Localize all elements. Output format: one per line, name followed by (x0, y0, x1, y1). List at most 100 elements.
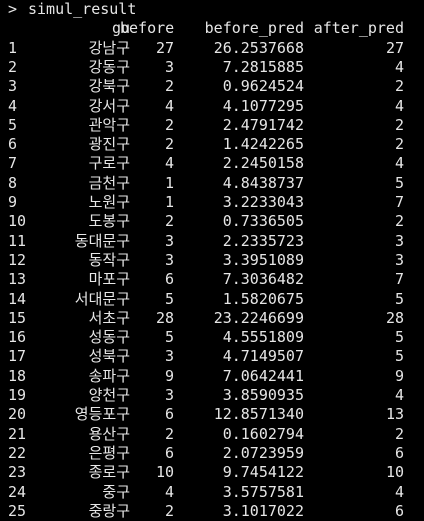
table-row: 6 광진구 2 1.4242265 2 (0, 135, 424, 154)
cell-after-pred: 4 (394, 57, 404, 76)
row-index: 9 (8, 193, 18, 211)
cell-gu: 강남구 (88, 38, 130, 57)
cell-before: 1 (164, 193, 174, 211)
cell-gu: 서대문구 (74, 289, 130, 308)
cell-before: 2 (164, 135, 174, 154)
row-index: 3 (8, 77, 18, 96)
cell-before: 3 (164, 347, 174, 366)
cell-before-pred: 0.7336505 (222, 212, 304, 231)
cell-before-pred: 2.2335723 (222, 231, 304, 250)
cell-after-pred: 6 (394, 443, 404, 462)
table-row: 15 서초구 28 23.2246699 28 (0, 309, 424, 328)
cell-before: 1 (164, 173, 174, 192)
row-index: 14 (8, 289, 27, 308)
row-index: 7 (8, 154, 18, 173)
table-row: 25 중랑구 2 3.1017022 6 (0, 502, 424, 521)
cell-after-pred: 2 (394, 424, 404, 443)
cell-after-pred: 27 (385, 38, 404, 57)
cell-gu: 영등포구 (74, 405, 130, 424)
cell-gu: 구로구 (88, 154, 130, 173)
cell-before: 28 (155, 308, 174, 327)
table-row: 14 서대문구 5 1.5820675 5 (0, 290, 424, 309)
cell-after-pred: 7 (394, 270, 404, 289)
cell-before: 4 (164, 96, 174, 115)
r-console-output: > simul_result gu before before_pred aft… (0, 0, 424, 520)
row-index: 18 (8, 366, 27, 385)
cell-gu: 광진구 (88, 135, 130, 154)
table-row: 4 강서구 4 4.1077295 4 (0, 97, 424, 116)
cell-after-pred: 10 (385, 463, 404, 482)
row-index: 4 (8, 96, 18, 115)
cell-after-pred: 3 (394, 250, 404, 269)
cell-before: 3 (164, 57, 174, 76)
row-index: 12 (8, 250, 27, 269)
table-row: 12 동작구 3 3.3951089 3 (0, 251, 424, 270)
cell-before: 5 (164, 328, 174, 347)
table-row: 11 동대문구 3 2.2335723 3 (0, 232, 424, 251)
cell-after-pred: 6 (394, 501, 404, 520)
cell-after-pred: 28 (385, 308, 404, 327)
table-row: 9 노원구 1 3.2233043 7 (0, 193, 424, 212)
cell-after-pred: 5 (394, 173, 404, 192)
cell-before-pred: 3.2233043 (222, 193, 304, 211)
cell-before-pred: 3.8590935 (222, 386, 304, 404)
row-index: 5 (8, 115, 18, 134)
cell-before-pred: 4.5551809 (222, 328, 304, 347)
cell-gu: 마포구 (88, 270, 130, 289)
cell-before-pred: 23.2246699 (213, 308, 304, 327)
table-row: 23 종로구 10 9.7454122 10 (0, 463, 424, 482)
table-row: 16 성동구 5 4.5551809 5 (0, 328, 424, 347)
column-header-before: before (120, 19, 175, 37)
cell-before: 2 (164, 77, 174, 96)
cell-before-pred: 1.5820675 (222, 289, 304, 308)
table-row: 8 금천구 1 4.8438737 5 (0, 174, 424, 193)
table-row: 21 용산구 2 0.1602794 2 (0, 425, 424, 444)
cell-gu: 용산구 (88, 424, 130, 443)
row-index: 20 (8, 405, 27, 424)
cell-after-pred: 5 (394, 328, 404, 347)
row-index: 21 (8, 424, 27, 443)
console-prompt-line: > simul_result (0, 0, 424, 19)
table-row: 5 관악구 2 2.4791742 2 (0, 116, 424, 135)
cell-before: 2 (164, 424, 174, 443)
row-index: 17 (8, 347, 27, 366)
cell-before-pred: 7.3036482 (222, 270, 304, 289)
cell-after-pred: 4 (394, 96, 404, 115)
row-index: 10 (8, 212, 27, 231)
cell-before-pred: 26.2537668 (213, 38, 304, 57)
table-header: gu before before_pred after_pred (0, 19, 424, 38)
cell-after-pred: 2 (394, 135, 404, 154)
cell-gu: 강북구 (88, 77, 130, 96)
row-index: 15 (8, 308, 27, 327)
row-index: 6 (8, 135, 18, 154)
cell-gu: 양천구 (88, 386, 130, 404)
console-command: simul_result (28, 0, 137, 18)
cell-before: 3 (164, 231, 174, 250)
cell-before-pred: 2.4791742 (222, 115, 304, 134)
cell-before-pred: 1.4242265 (222, 135, 304, 154)
prompt-symbol: > (8, 0, 18, 18)
row-index: 8 (8, 173, 18, 192)
cell-before: 5 (164, 289, 174, 308)
cell-after-pred: 7 (394, 193, 404, 211)
cell-before-pred: 7.2815885 (222, 57, 304, 76)
cell-gu: 서초구 (88, 308, 130, 327)
table-row: 3 강북구 2 0.9624524 2 (0, 77, 424, 96)
row-index: 16 (8, 328, 27, 347)
cell-after-pred: 2 (394, 212, 404, 231)
cell-before-pred: 3.5757581 (222, 482, 304, 501)
cell-before: 10 (155, 463, 174, 482)
cell-before: 2 (164, 501, 174, 520)
row-index: 13 (8, 270, 27, 289)
cell-gu: 동작구 (88, 250, 130, 269)
table-row: 19 양천구 3 3.8590935 4 (0, 386, 424, 405)
cell-gu: 중구 (102, 482, 130, 501)
column-header-gu: gu (111, 19, 130, 37)
cell-before: 4 (164, 482, 174, 501)
cell-before-pred: 4.1077295 (222, 96, 304, 115)
cell-after-pred: 4 (394, 482, 404, 501)
cell-before: 4 (164, 154, 174, 173)
cell-before: 27 (155, 38, 174, 57)
cell-before: 6 (164, 405, 174, 424)
row-index: 2 (8, 57, 18, 76)
